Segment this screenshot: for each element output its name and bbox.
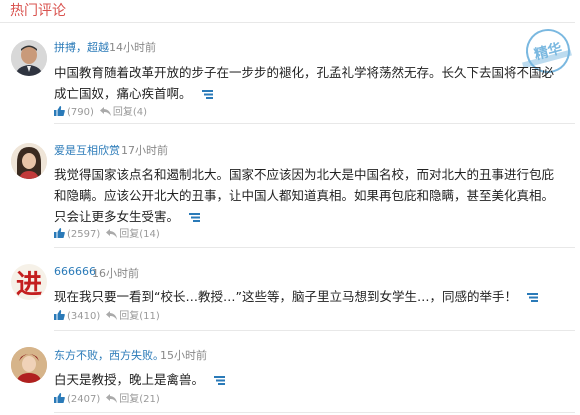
like-count[interactable]: (790) bbox=[67, 107, 94, 118]
avatar[interactable] bbox=[11, 347, 47, 383]
thumbs-up-icon[interactable] bbox=[54, 393, 65, 403]
reply-icon[interactable] bbox=[99, 107, 111, 116]
comment-author[interactable]: 东方不败，西方失败。 bbox=[54, 347, 164, 363]
comment-divider bbox=[54, 123, 575, 124]
comment-actions: (3410) 回复(11) bbox=[54, 307, 160, 322]
like-count[interactable]: (3410) bbox=[67, 311, 100, 322]
like-count[interactable]: (2597) bbox=[67, 229, 100, 240]
comment-time: 14小时前 bbox=[109, 41, 156, 54]
comment-author[interactable]: 拼搏，超越 bbox=[54, 39, 109, 55]
reply-icon[interactable] bbox=[106, 394, 118, 403]
avatar[interactable] bbox=[11, 40, 47, 76]
reply-icon[interactable] bbox=[106, 229, 118, 238]
comment-divider bbox=[54, 247, 575, 248]
comment-author[interactable]: 666666 bbox=[54, 265, 96, 278]
comment-time: 16小时前 bbox=[92, 267, 139, 280]
comment-text: 中国教育随着改革开放的步子在一步步的褪化，孔孟礼学将荡然无存。长久下去国将不国必… bbox=[54, 62, 559, 104]
comment-time: 15小时前 bbox=[160, 349, 207, 362]
reply-link[interactable]: 回复(4) bbox=[113, 107, 147, 118]
comment-divider bbox=[54, 412, 575, 413]
thumbs-up-icon[interactable] bbox=[54, 310, 65, 320]
thumbs-up-icon[interactable] bbox=[54, 106, 65, 116]
comment-text: 白天是教授，晚上是禽兽。 bbox=[54, 369, 559, 390]
comment-text: 我觉得国家该点名和遏制北大。国家不应该因为北大是中国名校，而对北大的丑事进行包庇… bbox=[54, 164, 559, 227]
comment-author[interactable]: 爱是互相欣赏 bbox=[54, 142, 120, 158]
comment-actions: (2407) 回复(21) bbox=[54, 390, 160, 405]
reply-menu-icon[interactable] bbox=[214, 376, 226, 385]
comment-text: 现在我只要一看到“校长…教授…”这些等，脑子里立马想到女学生…，同感的举手！ bbox=[54, 286, 559, 307]
comment-divider bbox=[54, 330, 575, 331]
thumbs-up-icon[interactable] bbox=[54, 228, 65, 238]
reply-link[interactable]: 回复(11) bbox=[119, 311, 160, 322]
comment-body: 我觉得国家该点名和遏制北大。国家不应该因为北大是中国名校，而对北大的丑事进行包庇… bbox=[54, 167, 555, 224]
comment-body: 中国教育随着改革开放的步子在一步步的褪化，孔孟礼学将荡然无存。长久下去国将不国必… bbox=[54, 65, 555, 101]
comment-body: 现在我只要一看到“校长…教授…”这些等，脑子里立马想到女学生…，同感的举手！ bbox=[54, 289, 517, 304]
avatar[interactable]: 进 bbox=[11, 264, 47, 300]
reply-link[interactable]: 回复(21) bbox=[119, 394, 160, 405]
comment-body: 白天是教授，晚上是禽兽。 bbox=[54, 372, 205, 387]
comment-actions: (2597) 回复(14) bbox=[54, 225, 160, 240]
comment-time: 17小时前 bbox=[121, 144, 168, 157]
reply-menu-icon[interactable] bbox=[526, 293, 538, 302]
reply-menu-icon[interactable] bbox=[201, 90, 213, 99]
like-count[interactable]: (2407) bbox=[67, 394, 100, 405]
comment-actions: (790) 回复(4) bbox=[54, 103, 147, 118]
avatar[interactable] bbox=[11, 143, 47, 179]
section-title: 热门评论 bbox=[10, 3, 66, 19]
title-divider bbox=[0, 22, 575, 23]
reply-icon[interactable] bbox=[106, 311, 118, 320]
reply-link[interactable]: 回复(14) bbox=[119, 229, 160, 240]
calligraphy-avatar: 进 bbox=[15, 269, 42, 300]
reply-menu-icon[interactable] bbox=[189, 213, 201, 222]
